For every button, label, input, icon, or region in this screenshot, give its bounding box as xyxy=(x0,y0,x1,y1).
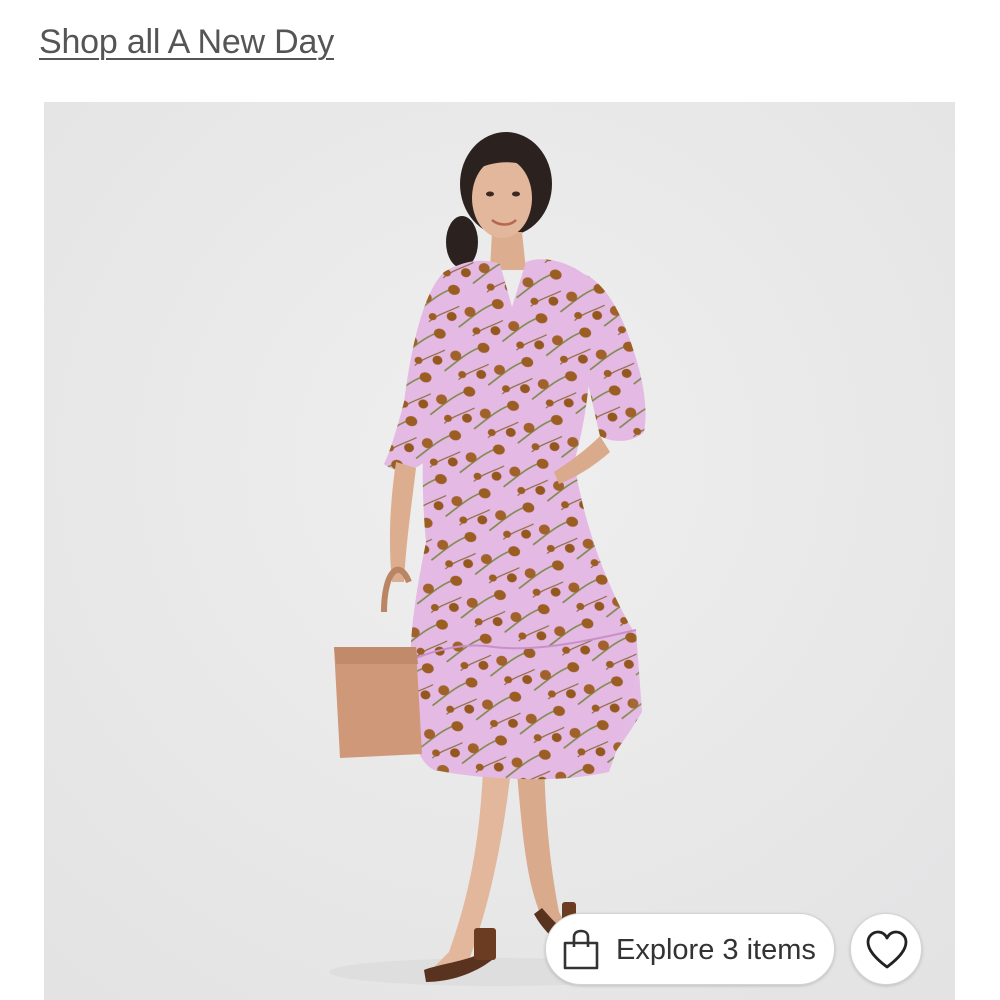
shopping-bag-icon xyxy=(562,929,600,971)
heart-icon xyxy=(865,930,909,970)
model-illustration xyxy=(44,102,955,1000)
favorite-button[interactable] xyxy=(850,913,922,985)
shop-all-brand-link[interactable]: Shop all A New Day xyxy=(39,20,334,64)
explore-items-label: Explore 3 items xyxy=(616,934,816,966)
explore-items-button[interactable]: Explore 3 items xyxy=(545,913,835,985)
product-page: Shop all A New Day Explore 3 items xyxy=(0,0,1000,1000)
product-image[interactable] xyxy=(44,102,955,1000)
